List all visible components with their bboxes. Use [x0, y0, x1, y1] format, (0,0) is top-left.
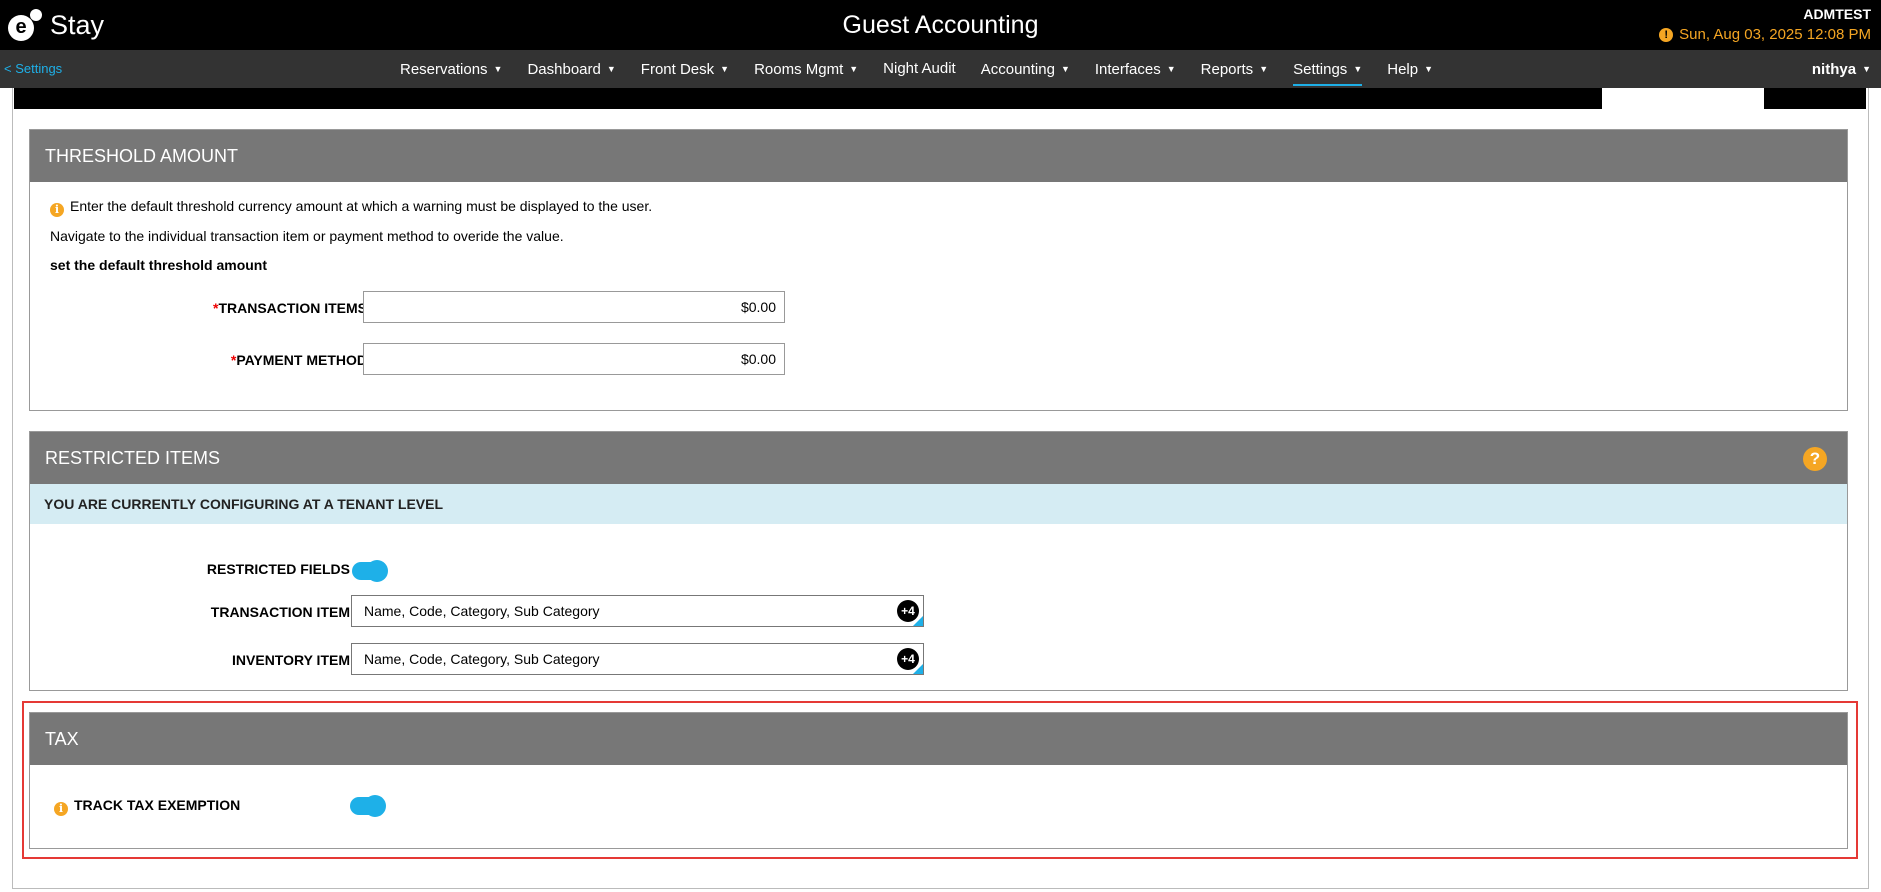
nav-item-settings[interactable]: Settings ▼	[1293, 50, 1363, 88]
nav-item-label: Rooms Mgmt	[754, 61, 844, 78]
nav-item-label: Reservations	[400, 61, 488, 78]
datetime-text: Sun, Aug 03, 2025 12:08 PM	[1679, 26, 1871, 43]
panel-heading: RESTRICTED ITEMS ?	[30, 432, 1847, 484]
business-date: ! Sun, Aug 03, 2025 12:08 PM	[1659, 26, 1871, 43]
dropdown-corner-icon	[913, 616, 923, 626]
top-header: e Stay Guest Accounting ADMTEST ! Sun, A…	[0, 0, 1881, 50]
transaction-items-threshold-input[interactable]: $0.00	[363, 291, 785, 323]
transaction-item-multiselect[interactable]: Name, Code, Category, Sub Category +4	[351, 595, 924, 627]
main-nav: < Settings Reservations ▼ Dashboard ▼ Front …	[0, 50, 1881, 88]
active-tab[interactable]	[1602, 88, 1764, 109]
chevron-down-icon: ▼	[1424, 64, 1434, 74]
highlight-frame	[22, 701, 1858, 859]
nav-item-label: Accounting	[980, 61, 1055, 78]
chevron-down-icon: ▼	[493, 64, 503, 74]
nav-item-reservations[interactable]: Reservations ▼	[400, 50, 502, 88]
logo-mark-icon: e	[8, 9, 42, 41]
nav-menu: Reservations ▼ Dashboard ▼ Front Desk ▼ Rooms …	[400, 50, 1458, 88]
nav-item-night-audit[interactable]: Night Audit	[883, 50, 956, 88]
alert-icon: !	[1659, 27, 1674, 42]
chevron-down-icon: ▼	[1862, 64, 1871, 74]
tenant-level-banner: YOU ARE CURRENTLY CONFIGURING AT A TENAN…	[30, 484, 1847, 524]
dropdown-corner-icon	[913, 664, 923, 674]
inventory-item-label: INVENTORY ITEM	[232, 652, 350, 668]
nav-item-label: Help	[1387, 61, 1419, 78]
transaction-item-label: TRANSACTION ITEM	[210, 604, 350, 620]
restricted-fields-toggle[interactable]	[352, 560, 388, 582]
nav-item-interfaces[interactable]: Interfaces ▼	[1095, 50, 1176, 88]
settings-tab-strip	[14, 88, 1866, 109]
nav-item-accounting[interactable]: Accounting ▼	[981, 50, 1070, 88]
payment-method-threshold-input[interactable]: $0.00	[363, 343, 785, 375]
nav-item-label: Front Desk	[640, 61, 715, 78]
transaction-items-label: *TRANSACTION ITEMS	[212, 300, 367, 316]
tenant-name: ADMTEST	[1803, 6, 1871, 22]
chevron-down-icon: ▼	[606, 64, 616, 74]
nav-item-front-desk[interactable]: Front Desk ▼	[641, 50, 729, 88]
chevron-down-icon: ▼	[1259, 64, 1269, 74]
back-to-settings-link[interactable]: < Settings	[4, 61, 62, 76]
nav-item-label: Night Audit	[883, 60, 956, 77]
selected-values: Name, Code, Category, Sub Category	[364, 651, 600, 667]
restricted-fields-label: RESTRICTED FIELDS	[206, 561, 350, 577]
page-title: Guest Accounting	[842, 11, 1039, 39]
chevron-down-icon: ▼	[1166, 64, 1176, 74]
panel-heading: THRESHOLD AMOUNT	[30, 130, 1847, 182]
chevron-down-icon: ▼	[1060, 64, 1070, 74]
chevron-down-icon: ▼	[720, 64, 730, 74]
threshold-amount-panel: THRESHOLD AMOUNT i Enter the default thre…	[29, 129, 1848, 411]
nav-item-label: Reports	[1200, 61, 1254, 78]
nav-item-label: Settings	[1293, 61, 1348, 78]
chevron-down-icon: ▼	[849, 64, 859, 74]
nav-item-label: Dashboard	[527, 61, 601, 78]
threshold-info-line: i Enter the default threshold currency am…	[50, 198, 652, 217]
payment-method-label: *PAYMENT METHOD	[230, 352, 367, 368]
user-menu[interactable]: nithya ▼	[1812, 50, 1871, 89]
nav-item-help[interactable]: Help ▼	[1387, 50, 1433, 88]
help-icon[interactable]: ?	[1803, 447, 1827, 471]
app-logo[interactable]: e Stay	[8, 7, 104, 43]
nav-item-dashboard[interactable]: Dashboard ▼	[527, 50, 615, 88]
restricted-items-panel: RESTRICTED ITEMS ? YOU ARE CURRENTLY CON…	[29, 431, 1848, 691]
user-name: nithya	[1811, 61, 1857, 78]
nav-item-reports[interactable]: Reports ▼	[1201, 50, 1268, 88]
info-icon: i	[50, 203, 64, 217]
selected-values: Name, Code, Category, Sub Category	[364, 603, 600, 619]
nav-item-label: Interfaces	[1094, 61, 1161, 78]
threshold-nav-line: Navigate to the individual transaction i…	[50, 228, 564, 244]
threshold-set-line: set the default threshold amount	[50, 257, 268, 273]
nav-item-rooms-mgmt[interactable]: Rooms Mgmt ▼	[754, 50, 858, 88]
inventory-item-multiselect[interactable]: Name, Code, Category, Sub Category +4	[351, 643, 924, 675]
logo-text: Stay	[50, 10, 105, 40]
chevron-down-icon: ▼	[1353, 64, 1363, 74]
